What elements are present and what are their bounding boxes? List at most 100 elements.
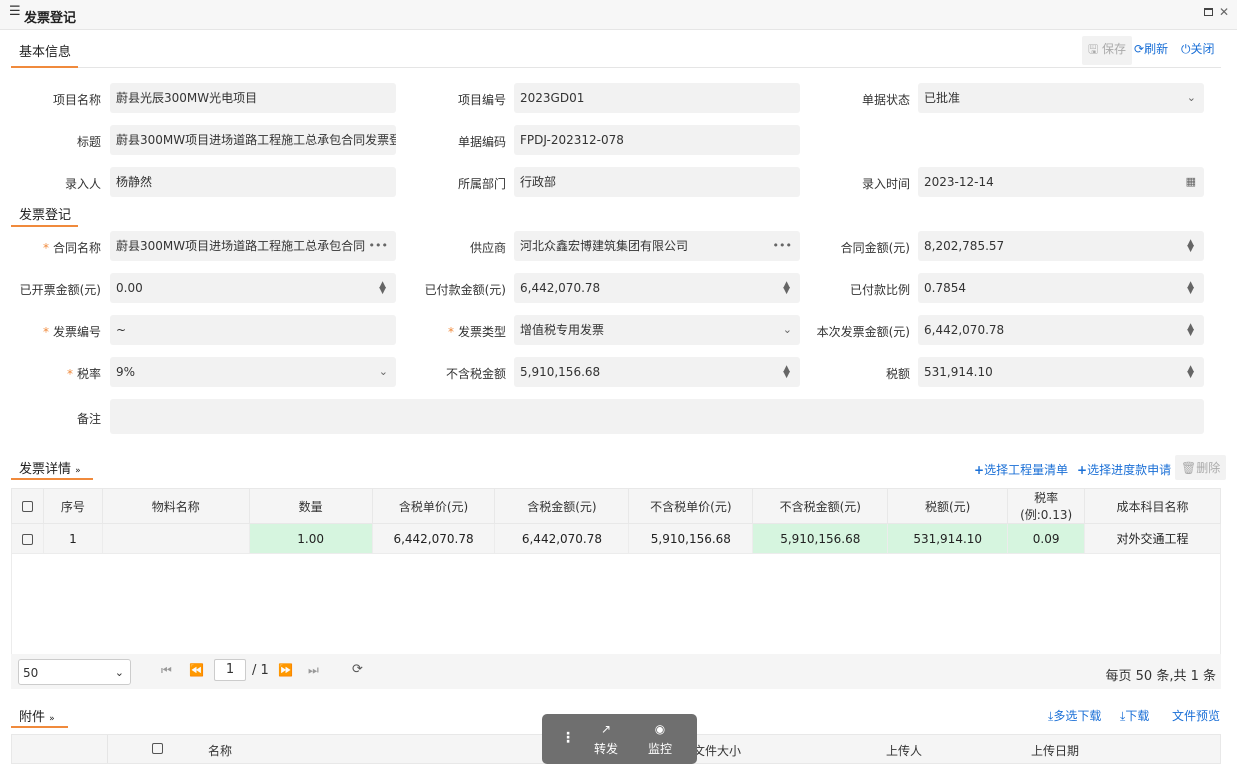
pagination-bar: 50 ⌄ ⏮ ⏪ 1 / 1 ⏩ ⏭ ⟳ 每页 50 条,共 1 条 [11,654,1221,689]
col-header[interactable]: 上传人 [886,742,922,759]
expand-icon: » [75,466,81,476]
dept-field[interactable]: 行政部 [514,167,800,197]
supplier-field[interactable]: 河北众鑫宏博建筑集团有限公司 ••• [514,231,800,261]
more-icon[interactable]: ••• [773,231,792,261]
col-header[interactable]: 税额(元) [887,488,1009,524]
spinner-icon[interactable]: ▲ ▼ [783,365,790,380]
first-page-icon[interactable]: ⏮ [161,663,172,678]
col-header[interactable]: 含税单价(元) [371,488,496,524]
download-button[interactable]: ⤓下载 [1120,707,1149,724]
invoiced-field[interactable]: 0.00 ▲ ▼ [110,273,396,303]
reload-icon[interactable]: ⟳ [352,662,363,677]
label-invoiced: 已开票金额(元) [19,283,101,297]
window-titlebar: ☰ 发票登记 ✕ [0,0,1237,30]
refresh-icon: ⟳ [1134,42,1145,56]
page-size-select[interactable]: 50 ⌄ [18,659,131,685]
tax-field[interactable]: 531,914.10 ▲ ▼ [918,357,1204,387]
paid-field[interactable]: 6,442,070.78 ▲ ▼ [514,273,800,303]
section-underline [11,726,68,728]
delete-button[interactable]: 🗑删除 [1175,455,1227,480]
eye-icon: ◉ [654,722,666,736]
menu-icon[interactable]: ☰ [9,5,21,18]
power-icon: ⏻ [1181,42,1191,56]
doc-no-field[interactable]: FPDJ-202312-078 [514,125,800,155]
close-window-icon[interactable]: ✕ [1219,5,1229,19]
save-icon: 🖫 [1088,42,1103,56]
spinner-icon[interactable]: ▲ ▼ [783,281,790,296]
close-button[interactable]: ⏻关闭 [1181,40,1215,57]
more-vertical-icon[interactable]: ⋮ [561,730,575,746]
monitor-button[interactable]: ◉ 监控 [642,722,678,757]
status-select[interactable]: 已批准 ⌄ [918,83,1204,113]
col-header[interactable]: 成本科目名称 [1084,488,1221,524]
select-bill-button[interactable]: +选择工程量清单 [974,461,1068,478]
label-paid-ratio: 已付款比例 [849,283,910,297]
prev-page-icon[interactable]: ⏪ [189,663,204,677]
next-page-icon[interactable]: ⏩ [278,663,293,677]
invoice-type-select[interactable]: 增值税专用发票 ⌄ [514,315,800,345]
label-created: 录入时间 [861,177,910,191]
label-project-code: 项目编号 [457,93,506,107]
label-project-name: 项目名称 [52,93,101,107]
label-supplier: 供应商 [469,241,506,255]
project-name-field[interactable]: 蔚县光辰300MW光电项目 [110,83,396,113]
col-header[interactable]: 文件大小 [693,742,741,759]
contract-field[interactable]: 蔚县300MW项目进场道路工程施工总承包合同 ••• [110,231,396,261]
col-header[interactable]: 名称 [208,742,232,759]
label-doc-no: 单据编码 [457,135,506,149]
col-header[interactable]: 数量 [248,488,373,524]
section-underline [11,478,93,480]
remark-field[interactable] [110,399,1204,434]
select-progress-button[interactable]: +选择进度款申请 [1077,461,1171,478]
multi-download-button[interactable]: ⤓多选下载 [1048,707,1101,724]
calendar-icon[interactable]: ▦ [1186,167,1196,197]
creator-field[interactable]: 杨静然 [110,167,396,197]
label-invoice-type: * 发票类型 [447,325,506,339]
select-all-checkbox[interactable] [11,488,44,524]
trash-icon: 🗑 [1181,461,1197,475]
col-header[interactable]: 上传日期 [1031,742,1079,759]
col-header[interactable]: 含税金额(元) [494,488,630,524]
maximize-icon[interactable] [1204,8,1213,16]
refresh-button[interactable]: ⟳刷新 [1134,40,1168,57]
col-header[interactable]: 序号 [42,488,103,524]
tax-rate-select[interactable]: 9% ⌄ [110,357,396,387]
col-header[interactable]: 税率(例:0.13) [1007,488,1086,524]
table-empty-area [11,547,1221,654]
spinner-icon[interactable]: ▲ ▼ [1187,239,1194,254]
select-all-checkbox[interactable] [152,743,163,754]
spinner-icon[interactable]: ▲ ▼ [379,281,386,296]
project-code-field[interactable]: 2023GD01 [514,83,800,113]
save-button[interactable]: 🖫 保存 [1082,36,1133,65]
last-page-icon[interactable]: ⏭ [308,663,319,678]
col-header[interactable]: 不含税单价(元) [628,488,754,524]
label-dept: 所属部门 [457,177,506,191]
label-tax-rate: * 税率 [66,367,101,381]
spinner-icon[interactable]: ▲ ▼ [1187,281,1194,296]
excl-tax-field[interactable]: 5,910,156.68 ▲ ▼ [514,357,800,387]
invoice-no-field[interactable]: ~ [110,315,396,345]
total-pages: / 1 [252,663,269,678]
spinner-icon[interactable]: ▲ ▼ [1187,323,1194,338]
col-header[interactable]: 不含税金额(元) [752,488,889,524]
section-underline [11,225,78,227]
contract-amount-field[interactable]: 8,202,785.57 ▲ ▼ [918,231,1204,261]
label-subject: 标题 [76,135,101,149]
label-this-amount: 本次发票金额(元) [816,325,910,339]
this-amount-field[interactable]: 6,442,070.78 ▲ ▼ [918,315,1204,345]
paid-ratio-field[interactable]: 0.7854 ▲ ▼ [918,273,1204,303]
file-preview-button[interactable]: 文件预览 [1172,707,1220,724]
subject-field[interactable]: 蔚县300MW项目进场道路工程施工总承包合同发票登记 [110,125,396,155]
chevron-down-icon: ⌄ [378,365,388,378]
plus-icon: + [974,463,985,477]
chevron-down-icon: ⌄ [782,323,792,336]
col-header[interactable]: 物料名称 [101,488,250,524]
spinner-icon[interactable]: ▲ ▼ [1187,365,1194,380]
more-icon[interactable]: ••• [369,231,388,261]
label-contract: * 合同名称 [42,241,101,255]
chevron-down-icon: ⌄ [1186,91,1196,104]
label-paid: 已付款金额(元) [424,283,506,297]
page-number-input[interactable]: 1 [214,659,246,681]
forward-button[interactable]: ↗ 转发 [588,722,624,757]
created-date-field[interactable]: 2023-12-14 ▦ [918,167,1204,197]
